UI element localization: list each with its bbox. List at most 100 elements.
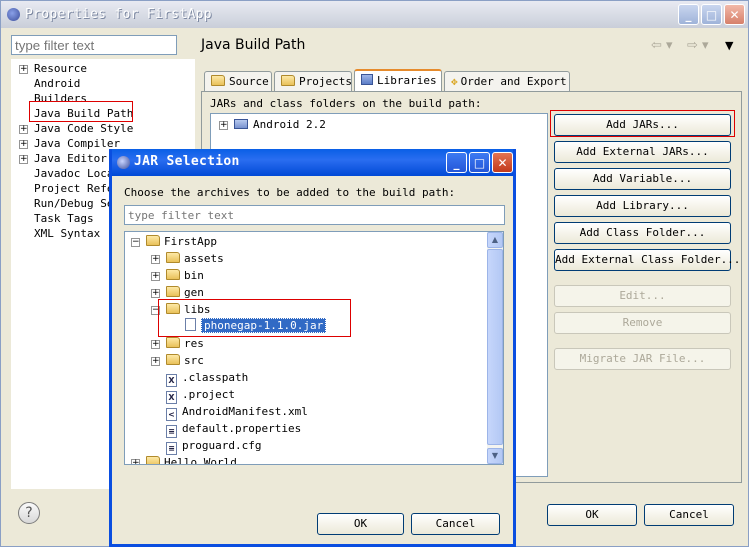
tree-item-hello-world[interactable]: + Hello World — [131, 455, 237, 464]
jar-minimize-icon[interactable]: _ — [446, 152, 467, 173]
add-external-jars-button[interactable]: Add External JARs... — [554, 141, 731, 163]
jar-tree-scrollbar[interactable]: ▲ ▼ — [487, 232, 503, 464]
tree-item-androidmanifest[interactable]: < AndroidManifest.xml — [166, 404, 308, 421]
collapse-icon[interactable]: − — [151, 305, 160, 315]
jar-file-icon — [185, 318, 196, 331]
add-class-folder-button[interactable]: Add Class Folder... — [554, 222, 731, 244]
jar-selection-dialog: JAR Selection _ □ ✕ Choose the archives … — [109, 149, 516, 547]
eclipse-icon — [117, 156, 130, 169]
scroll-down-icon[interactable]: ▼ — [487, 448, 503, 464]
tree-item-firstapp[interactable]: − FirstApp — [131, 234, 217, 250]
tree-item-default-properties[interactable]: ≡ default.properties — [166, 421, 301, 438]
projects-folder-icon — [281, 75, 295, 86]
tree-item-proguard[interactable]: ≡ proguard.cfg — [166, 438, 261, 455]
eclipse-icon — [7, 8, 20, 21]
tab-projects[interactable]: Projects — [274, 71, 352, 91]
jar-close-icon[interactable]: ✕ — [492, 152, 513, 173]
add-library-button[interactable]: Add Library... — [554, 195, 731, 217]
tree-item-java-code-style[interactable]: + Java Code Style — [19, 121, 133, 136]
tree-item-java-build-path[interactable]: Java Build Path — [19, 106, 133, 121]
tree-item-java-editor[interactable]: + Java Editor — [19, 151, 107, 166]
migrate-jar-file-button[interactable]: Migrate JAR File... — [554, 348, 731, 370]
tree-item-bin[interactable]: + bin — [151, 268, 204, 284]
ok-button[interactable]: OK — [547, 504, 637, 526]
tree-item-res[interactable]: + res — [151, 336, 204, 352]
tab-order-and-export[interactable]: ✥ Order and Export — [444, 71, 570, 91]
tree-item-task-tags[interactable]: Task Tags — [19, 211, 94, 226]
jar-dialog-title: JAR Selection — [134, 154, 240, 169]
expand-icon[interactable]: + — [151, 356, 160, 366]
tree-item-project-refs[interactable]: Project Refe — [19, 181, 113, 196]
jar-list-item-android[interactable]: + Android 2.2 — [219, 118, 326, 131]
tree-item-libs[interactable]: − libs — [151, 302, 211, 318]
maximize-icon[interactable]: □ — [701, 4, 722, 25]
tree-item-android[interactable]: Android — [19, 76, 80, 91]
jar-maximize-icon[interactable]: □ — [469, 152, 490, 173]
tree-item-classpath[interactable]: X .classpath — [166, 370, 248, 387]
collapse-icon[interactable]: − — [131, 237, 140, 247]
add-external-class-folder-button[interactable]: Add External Class Folder... — [554, 249, 740, 271]
tree-item-xml-syntax[interactable]: XML Syntax — [19, 226, 100, 241]
expand-icon[interactable]: + — [151, 271, 160, 281]
tree-item-phonegap-jar[interactable]: phonegap-1.1.0.jar — [185, 318, 327, 334]
text-file-icon: ≡ — [166, 425, 177, 438]
edit-button[interactable]: Edit... — [554, 285, 731, 307]
jar-file-tree: − FirstApp + assets + bin + gen − libs phoneg… — [124, 231, 504, 465]
xml-file-icon: X — [166, 391, 177, 404]
tree-item-project[interactable]: X .project — [166, 387, 235, 404]
close-icon[interactable]: ✕ — [724, 4, 745, 25]
expand-icon[interactable]: + — [19, 124, 28, 134]
tree-item-run-debug[interactable]: Run/Debug Se — [19, 196, 113, 211]
help-icon[interactable]: ? — [18, 502, 40, 524]
project-icon — [146, 235, 160, 246]
tab-source[interactable]: Source — [204, 71, 272, 91]
scroll-up-icon[interactable]: ▲ — [487, 232, 503, 248]
tree-item-javadoc[interactable]: Javadoc Loca — [19, 166, 113, 181]
jar-cancel-button[interactable]: Cancel — [411, 513, 500, 535]
page-title: Java Build Path — [201, 37, 306, 53]
view-menu-icon[interactable]: ▼ — [725, 39, 733, 52]
folder-icon — [166, 269, 180, 280]
expand-icon[interactable]: + — [151, 254, 160, 264]
folder-icon — [166, 337, 180, 348]
forward-icon[interactable]: ⇨ ▾ — [687, 38, 709, 53]
jar-ok-button[interactable]: OK — [317, 513, 404, 535]
folder-icon — [166, 252, 180, 263]
tree-item-gen[interactable]: + gen — [151, 285, 204, 301]
expand-icon[interactable]: + — [19, 139, 28, 149]
xml-file-icon: < — [166, 408, 177, 421]
tab-libraries[interactable]: Libraries — [354, 69, 442, 92]
source-folder-icon — [211, 75, 225, 86]
expand-icon[interactable]: + — [19, 64, 28, 74]
expand-icon[interactable]: + — [19, 154, 28, 164]
expand-icon[interactable]: + — [131, 458, 140, 464]
tree-item-src[interactable]: + src — [151, 353, 204, 369]
text-file-icon: ≡ — [166, 442, 177, 455]
add-variable-button[interactable]: Add Variable... — [554, 168, 731, 190]
folder-open-icon — [166, 303, 180, 314]
jars-label: JARs and class folders on the build path… — [210, 97, 482, 110]
tree-item-assets[interactable]: + assets — [151, 251, 224, 267]
tree-item-java-compiler[interactable]: + Java Compiler — [19, 136, 120, 151]
libraries-icon — [361, 74, 373, 85]
scroll-thumb[interactable] — [487, 249, 503, 445]
folder-icon — [166, 354, 180, 365]
tree-item-resource[interactable]: + Resource — [19, 61, 87, 76]
back-icon[interactable]: ⇦ ▾ — [651, 38, 673, 53]
folder-icon — [166, 286, 180, 297]
main-window-title: Properties for FirstApp — [25, 7, 212, 22]
minimize-icon[interactable]: _ — [678, 4, 699, 25]
left-filter-input[interactable] — [11, 35, 177, 55]
library-icon — [234, 119, 248, 129]
xml-file-icon: X — [166, 374, 177, 387]
tree-item-builders[interactable]: Builders — [19, 91, 87, 106]
order-export-icon: ✥ — [451, 75, 458, 88]
jar-filter-input[interactable] — [124, 205, 505, 225]
expand-icon[interactable]: + — [151, 339, 160, 349]
jar-instruction-label: Choose the archives to be added to the b… — [124, 186, 456, 199]
add-jars-button[interactable]: Add JARs... — [554, 114, 731, 136]
expand-icon[interactable]: + — [219, 120, 228, 130]
remove-button[interactable]: Remove — [554, 312, 731, 334]
expand-icon[interactable]: + — [151, 288, 160, 298]
cancel-button[interactable]: Cancel — [644, 504, 734, 526]
